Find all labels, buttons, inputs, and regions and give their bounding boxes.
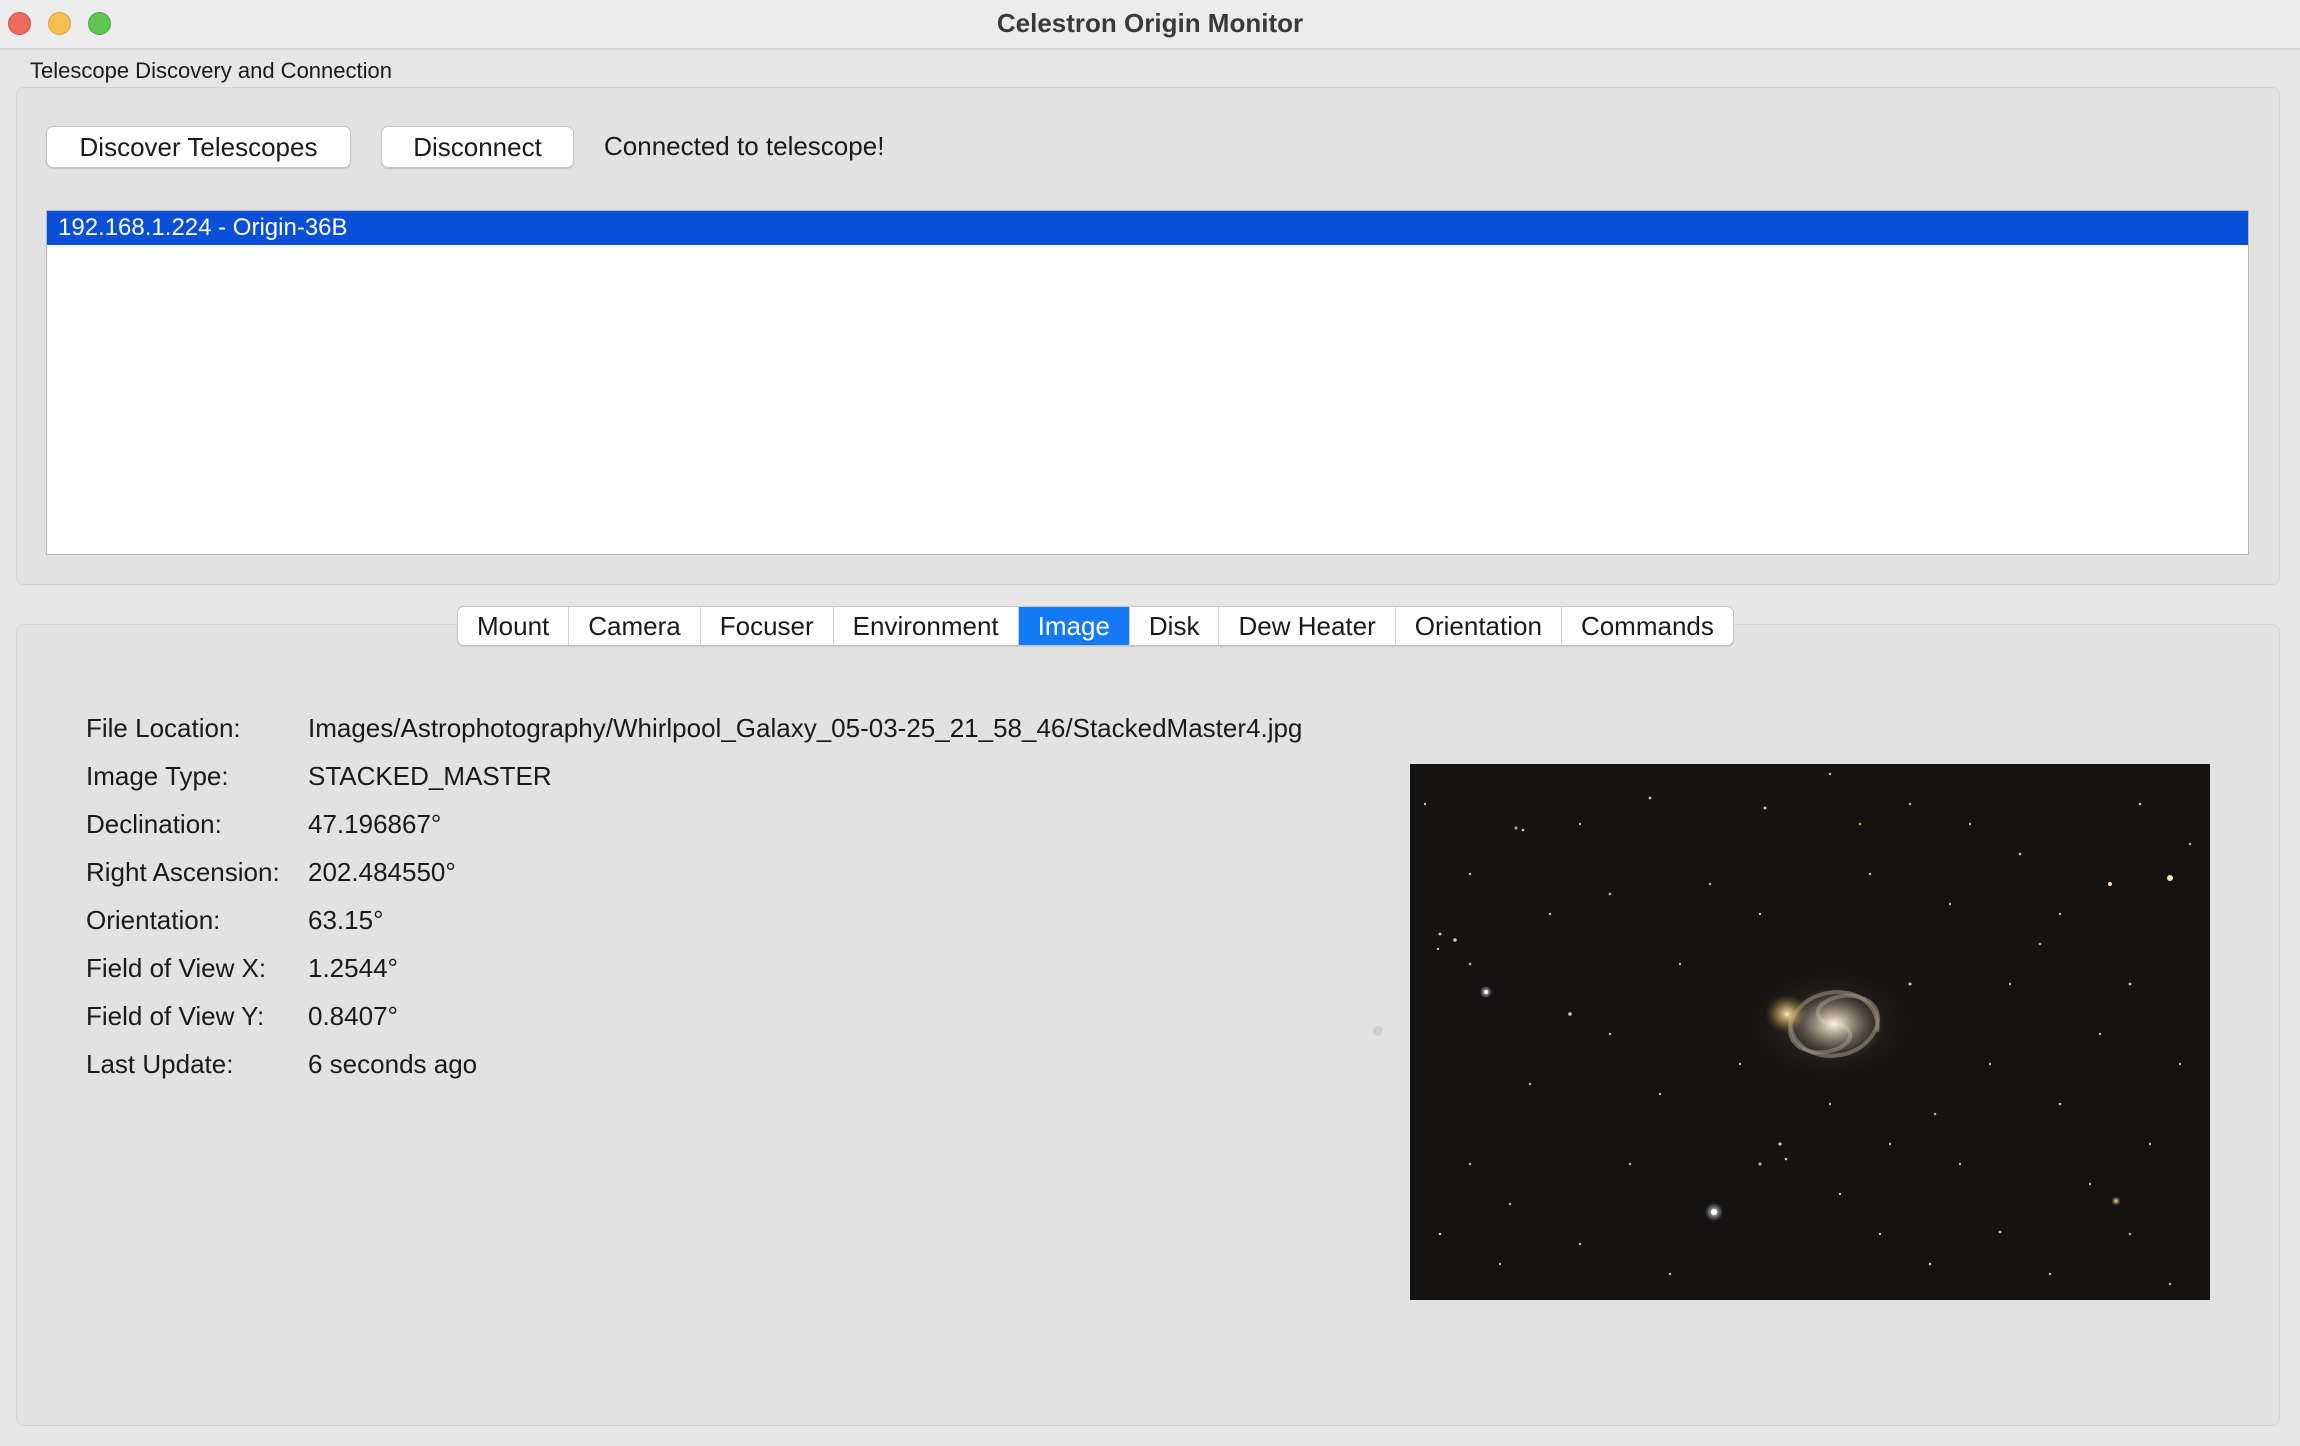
tab-commands[interactable]: Commands: [1562, 607, 1733, 645]
discovery-group-label: Telescope Discovery and Connection: [30, 58, 392, 83]
declination-row: Declination: 47.196867°: [86, 800, 1302, 848]
image-type-value: STACKED_MASTER: [308, 760, 552, 791]
astro-image-preview: [1410, 764, 2210, 1300]
title-bar: Celestron Origin Monitor: [0, 0, 2300, 50]
connection-status: Connected to telescope!: [604, 131, 885, 161]
tab-mount[interactable]: Mount: [458, 607, 570, 645]
last-update-value: 6 seconds ago: [308, 1048, 478, 1079]
info-label: Declination:: [86, 808, 222, 839]
galaxy-image: [1410, 764, 2210, 1300]
fov-y-value: 0.8407°: [308, 1000, 398, 1031]
info-label: File Location:: [86, 712, 241, 743]
tab-environment[interactable]: Environment: [834, 607, 1019, 645]
info-label: Last Update:: [86, 1048, 234, 1079]
telescope-list[interactable]: 192.168.1.224 - Origin-36B: [46, 210, 2249, 555]
telescope-list-item[interactable]: 192.168.1.224 - Origin-36B: [47, 211, 2248, 245]
info-label: Field of View Y:: [86, 1000, 265, 1031]
tab-dew-heater[interactable]: Dew Heater: [1219, 607, 1396, 645]
tab-bar: Mount Camera Focuser Environment Image D…: [457, 606, 1734, 646]
fov-x-row: Field of View X: 1.2544°: [86, 944, 1302, 992]
tab-camera[interactable]: Camera: [569, 607, 701, 645]
splitter-handle[interactable]: [1373, 1026, 1383, 1036]
tab-orientation[interactable]: Orientation: [1396, 607, 1562, 645]
image-type-row: Image Type: STACKED_MASTER: [86, 752, 1302, 800]
info-label: Image Type:: [86, 760, 229, 791]
orientation-value: 63.15°: [308, 904, 384, 935]
file-location-value: Images/Astrophotography/Whirlpool_Galaxy…: [308, 712, 1303, 743]
fov-x-value: 1.2544°: [308, 952, 398, 983]
image-info-table: File Location: Images/Astrophotography/W…: [86, 704, 1302, 1088]
info-label: Field of View X:: [86, 952, 267, 983]
info-label: Orientation:: [86, 904, 221, 935]
right-ascension-value: 202.484550°: [308, 856, 456, 887]
window-title: Celestron Origin Monitor: [996, 8, 1304, 38]
tab-disk[interactable]: Disk: [1130, 607, 1220, 645]
info-label: Right Ascension:: [86, 856, 280, 887]
declination-value: 47.196867°: [308, 808, 442, 839]
disconnect-button[interactable]: Disconnect: [381, 126, 574, 168]
tab-focuser[interactable]: Focuser: [701, 607, 834, 645]
file-location-row: File Location: Images/Astrophotography/W…: [86, 704, 1302, 752]
discover-telescopes-button[interactable]: Discover Telescopes: [46, 126, 351, 168]
right-ascension-row: Right Ascension: 202.484550°: [86, 848, 1302, 896]
fov-y-row: Field of View Y: 0.8407°: [86, 992, 1302, 1040]
last-update-row: Last Update: 6 seconds ago: [86, 1040, 1302, 1088]
orientation-row: Orientation: 63.15°: [86, 896, 1302, 944]
tab-image[interactable]: Image: [1018, 607, 1130, 645]
